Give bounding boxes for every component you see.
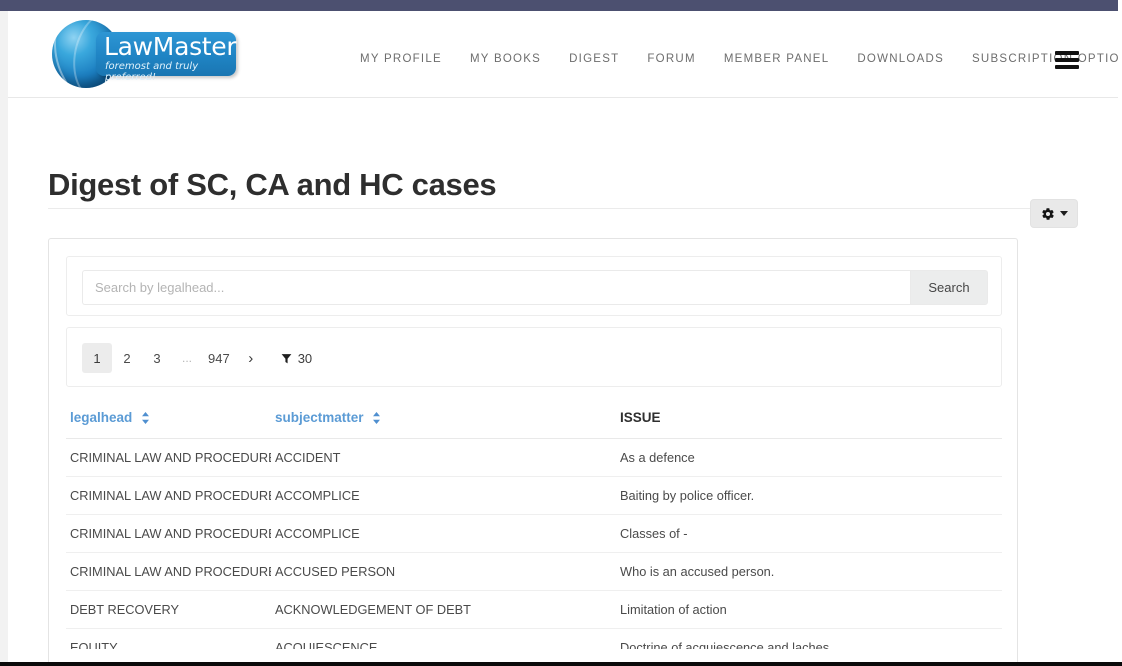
search-button[interactable]: Search	[910, 270, 988, 305]
cell-principle: "The	[1001, 514, 1002, 553]
cell-principle: "An a	[1001, 552, 1002, 591]
right-page-margin	[1118, 0, 1122, 666]
settings-button[interactable]	[1030, 199, 1078, 228]
digest-table-wrapper: legalhead subjectmatter ISSUE CRIMINAL L…	[66, 397, 1002, 649]
hamburger-bar	[1055, 58, 1079, 62]
nav-item-digest[interactable]: DIGEST	[569, 53, 619, 65]
cell-principle: "The	[1001, 438, 1002, 477]
nav-item-my-books[interactable]: MY BOOKS	[470, 53, 541, 65]
cell-subjectmatter: ACKNOWLEDGEMENT OF DEBT	[271, 590, 616, 629]
title-divider	[48, 208, 1078, 209]
column-header-legalhead[interactable]: legalhead	[66, 397, 271, 439]
left-page-margin	[0, 11, 8, 666]
logo-tagline: foremost and truly preferred!	[105, 61, 199, 83]
gear-icon	[1041, 207, 1054, 220]
column-header-subjectmatter-label: subjectmatter	[275, 410, 364, 425]
cell-subjectmatter: ACCUSED PERSON	[271, 552, 616, 591]
sort-icon	[373, 412, 381, 425]
search-panel: Search	[66, 256, 1002, 316]
page-button-3[interactable]: 3	[142, 343, 172, 373]
cell-issue: Classes of -	[616, 514, 1001, 553]
filter-control[interactable]: 30	[280, 351, 312, 366]
table-row[interactable]: CRIMINAL LAW AND PROCEDURE ACCIDENT As a…	[66, 438, 1002, 477]
main-navigation: MY PROFILE MY BOOKS DIGEST FORUM MEMBER …	[360, 53, 1122, 65]
column-header-legalhead-label: legalhead	[70, 410, 133, 425]
cell-principle: "Ger	[1001, 476, 1002, 515]
table-row[interactable]: CRIMINAL LAW AND PROCEDURE ACCOMPLICE Ba…	[66, 476, 1002, 515]
hamburger-icon[interactable]	[1055, 51, 1079, 69]
page-button-1[interactable]: 1	[82, 343, 112, 373]
cell-issue: As a defence	[616, 438, 1001, 477]
pagination: 1 2 3 ... 947 › 30	[82, 342, 312, 374]
cell-issue: Who is an accused person.	[616, 552, 1001, 591]
page-title: Digest of SC, CA and HC cases	[48, 166, 497, 202]
cell-legalhead[interactable]: CRIMINAL LAW AND PROCEDURE	[66, 514, 271, 553]
page-root: LawMaster foremost and truly preferred! …	[0, 0, 1122, 666]
page-button-2[interactable]: 2	[112, 343, 142, 373]
nav-item-downloads[interactable]: DOWNLOADS	[857, 53, 944, 65]
cell-issue: Limitation of action	[616, 590, 1001, 629]
table-head: legalhead subjectmatter ISSUE	[66, 397, 1002, 439]
digest-table: legalhead subjectmatter ISSUE CRIMINAL L…	[66, 397, 1002, 649]
funnel-icon	[281, 353, 292, 363]
hamburger-bar	[1055, 51, 1079, 55]
nav-item-member-panel[interactable]: MEMBER PANEL	[724, 53, 830, 65]
page-body: Digest of SC, CA and HC cases Search 1	[8, 98, 1118, 666]
cell-issue: Baiting by police officer.	[616, 476, 1001, 515]
cell-legalhead[interactable]: CRIMINAL LAW AND PROCEDURE	[66, 476, 271, 515]
cell-principle: "On	[1001, 628, 1002, 649]
table-body: CRIMINAL LAW AND PROCEDURE ACCIDENT As a…	[66, 438, 1002, 649]
site-header: LawMaster foremost and truly preferred! …	[8, 11, 1122, 98]
chevron-down-icon	[1059, 211, 1068, 216]
column-header-subjectmatter[interactable]: subjectmatter	[271, 397, 616, 439]
cell-subjectmatter: ACCOMPLICE	[271, 476, 616, 515]
pagination-panel: 1 2 3 ... 947 › 30	[66, 327, 1002, 387]
table-row[interactable]: DEBT RECOVERY ACKNOWLEDGEMENT OF DEBT Li…	[66, 590, 1002, 629]
cell-legalhead[interactable]: EQUITY	[66, 628, 271, 649]
table-header-row: legalhead subjectmatter ISSUE	[66, 397, 1002, 439]
search-input[interactable]	[82, 270, 910, 305]
logo-brand-name: LawMaster	[104, 32, 237, 61]
cell-issue: Doctrine of acquiescence and laches	[616, 628, 1001, 649]
nav-item-my-profile[interactable]: MY PROFILE	[360, 53, 442, 65]
cell-subjectmatter: ACCOMPLICE	[271, 514, 616, 553]
table-row[interactable]: CRIMINAL LAW AND PROCEDURE ACCUSED PERSO…	[66, 552, 1002, 591]
cell-legalhead[interactable]: DEBT RECOVERY	[66, 590, 271, 629]
top-accent-bar	[0, 0, 1118, 11]
nav-item-subscription-options[interactable]: SUBSCRIPTION OPTIONS	[972, 53, 1122, 65]
next-page-button[interactable]: ›	[236, 343, 266, 373]
hamburger-bar	[1055, 65, 1079, 69]
column-header-principle: PRINCIPLE	[1001, 397, 1002, 439]
column-header-issue: ISSUE	[616, 397, 1001, 439]
search-group: Search	[82, 270, 988, 305]
nav-item-forum[interactable]: FORUM	[647, 53, 695, 65]
table-row[interactable]: CRIMINAL LAW AND PROCEDURE ACCOMPLICE Cl…	[66, 514, 1002, 553]
digest-card: Search 1 2 3 ... 947 › 30	[48, 238, 1018, 666]
site-logo[interactable]: LawMaster foremost and truly preferred!	[52, 18, 242, 90]
page-ellipsis: ...	[181, 351, 192, 365]
cell-subjectmatter: ACQUIESCENCE	[271, 628, 616, 649]
cell-legalhead[interactable]: CRIMINAL LAW AND PROCEDURE	[66, 552, 271, 591]
table-row[interactable]: EQUITY ACQUIESCENCE Doctrine of acquiesc…	[66, 628, 1002, 649]
page-button-last[interactable]: 947	[202, 343, 236, 373]
sort-icon	[142, 412, 150, 425]
bottom-edge-strip	[0, 662, 1122, 666]
cell-subjectmatter: ACCIDENT	[271, 438, 616, 477]
filter-count: 30	[297, 350, 313, 366]
cell-principle: "The	[1001, 590, 1002, 629]
cell-legalhead[interactable]: CRIMINAL LAW AND PROCEDURE	[66, 438, 271, 477]
